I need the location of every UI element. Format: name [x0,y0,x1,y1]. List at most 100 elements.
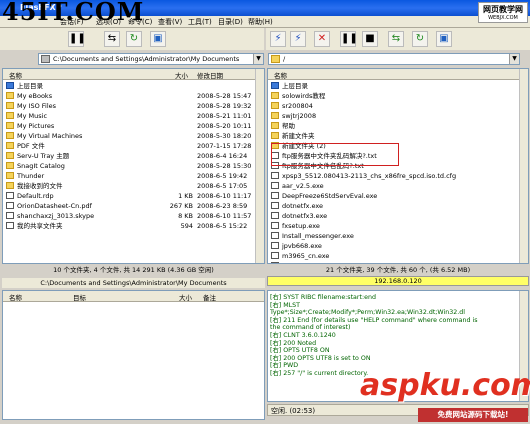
file-row[interactable]: Serv-U Tray 主题 2008-6-4 16:24 [3,151,264,161]
col-date[interactable]: 修改日期 [197,70,223,80]
menu-help[interactable]: 帮助(H) [248,17,273,27]
file-icon [271,232,279,239]
file-row[interactable]: jpvb668.exe [268,241,528,251]
folder-icon [271,112,279,119]
file-row[interactable]: 新建文件夹 [268,131,528,141]
transfer-icon[interactable]: ⇆ [104,31,120,47]
queue-col-size[interactable]: 大小 [179,292,192,302]
right-path-input[interactable]: / ▼ [268,53,520,65]
file-row[interactable]: swjtrj2008 [268,111,528,121]
file-row[interactable]: Default.rdp 1 KB 2008-6-10 11:17 [3,191,264,201]
folder-icon [6,122,14,129]
browse-icon[interactable]: ▣ [150,31,166,47]
file-row[interactable]: My Pictures 2008-5-20 10:11 [3,121,264,131]
file-row[interactable]: 帮助 [268,121,528,131]
right-list-header: 名称 [268,69,528,80]
left-path-input[interactable]: C:\Documents and Settings\Administrator\… [38,53,264,65]
file-row[interactable]: My Music 2008-5-21 11:01 [3,111,264,121]
queue-col-note[interactable]: 备注 [203,292,216,302]
file-name: swjtrj2008 [282,112,317,120]
folder-icon [271,92,279,99]
file-name: SnagIt Catalog [17,162,65,170]
col-name[interactable]: 名称 [9,70,22,80]
file-name: dotnetfx3.exe [282,212,328,220]
file-row[interactable]: SnagIt Catalog 2008-5-28 15:30 [3,161,264,171]
queue-col-target[interactable]: 目标 [73,292,86,302]
file-row[interactable]: m3966_cn.exe [268,261,528,263]
disconnect-icon[interactable]: ✕ [314,31,330,47]
file-row[interactable]: PDF 文件 2007-1-15 17:28 [3,141,264,151]
stop-icon[interactable]: ■ [362,31,378,47]
file-row[interactable]: My eBooks 2008-5-28 15:47 [3,91,264,101]
file-row[interactable]: sr200804 [268,101,528,111]
file-row[interactable]: My ISO Files 2008-5-28 19:32 [3,101,264,111]
folder-icon [6,112,14,119]
pause-icon[interactable]: ❚❚ [68,31,86,47]
file-row[interactable]: OrionDatasheet-Cn.pdf 267 KB 2008-6-23 8:5… [3,201,264,211]
file-icon [271,262,279,263]
queue-panel: 名称 目标 大小 备注 [2,290,265,420]
file-row[interactable]: xpsp3_5512.080413-2113_chs_x86fre_spcd.i… [268,171,528,181]
pause-right-icon[interactable]: ❚❚ [340,31,358,47]
log-line: [右] MLST [270,301,300,309]
file-row[interactable]: 我接收到的文件 2008-6-5 17:05 [3,181,264,191]
file-row[interactable]: 上层目录 [268,81,528,91]
col-name[interactable]: 名称 [274,70,287,80]
folder-icon [271,102,279,109]
right-scrollbar[interactable] [519,69,528,263]
file-date: 2008-5-28 19:32 [197,102,252,110]
file-row[interactable]: Thunder 2008-6-5 19:42 [3,171,264,181]
file-row[interactable]: Install_messenger.exe [268,231,528,241]
file-row[interactable]: shanchaxzj_3013.skype 8 KB 2008-6-10 11:57 [3,211,264,221]
left-file-list: 名称 大小 修改日期 上层目录 My eBooks 2008-5-28 15:47 M… [2,68,265,264]
menu-directory[interactable]: 目录(D) [218,17,243,27]
file-name: Install_messenger.exe [282,232,354,240]
queue-col-name[interactable]: 名称 [9,292,22,302]
file-date: 2008-6-5 19:42 [197,172,248,180]
file-row[interactable]: 上层目录 [3,81,264,91]
log-text: [右] SYST RIBC filename:start:end [右] MLST… [270,294,526,378]
right-status: 21 个文件夹, 39 个文件, 共 60 个, (共 6.52 MB) [267,265,529,276]
drive-icon [41,55,50,63]
folder-icon [271,132,279,139]
file-row[interactable]: DeepFreeze6StdServEval.exe [268,191,528,201]
up-folder-icon [271,82,279,89]
left-scrollbar[interactable] [255,69,264,263]
chevron-down-icon[interactable]: ▼ [253,54,263,64]
file-row[interactable]: My Virtual Machines 2008-5-30 18:20 [3,131,264,141]
log-line: [右] CLNT 3.6.0.1240 [270,331,336,339]
folder-icon [6,142,14,149]
folder-icon [6,152,14,159]
col-size[interactable]: 大小 [175,70,188,80]
left-toolbar: ❚❚ ⇆ ↻ ▣ [0,28,264,50]
file-row[interactable]: m3965_cn.exe [268,251,528,261]
refresh-icon[interactable]: ↻ [126,31,142,47]
highlight-box [271,143,399,166]
menu-tools[interactable]: 工具(T) [188,17,212,27]
file-date: 2008-5-28 15:30 [197,162,252,170]
connect-icon[interactable]: ⚡ [270,31,286,47]
menu-view[interactable]: 查看(V) [158,17,182,27]
file-name: My eBooks [17,92,53,100]
transfer-right-icon[interactable]: ⇆ [388,31,404,47]
watermark-right: 网页教学网 WEBJX.COM [478,2,528,23]
file-row[interactable]: aar_v2.5.exe [268,181,528,191]
file-row[interactable]: fxsetup.exe [268,221,528,231]
quick-connect-icon[interactable]: ⚡ [290,31,306,47]
file-date: 2008-6-10 11:17 [197,192,252,200]
file-row[interactable]: solowirds教程 [268,91,528,101]
queue-header: 名称 目标 大小 备注 [3,291,264,302]
folder-icon [6,172,14,179]
browse-right-icon[interactable]: ▣ [436,31,452,47]
left-status: 10 个文件夹, 4 个文件, 共 14 291 KB (4.36 GB 空闲) [2,265,265,276]
file-name: My Pictures [17,122,55,130]
chevron-down-icon[interactable]: ▼ [509,54,519,64]
file-row[interactable]: 我的共享文件夹 594 2008-6-5 15:22 [3,221,264,231]
refresh-right-icon[interactable]: ↻ [412,31,428,47]
file-row[interactable]: dotnetfx3.exe [268,211,528,221]
file-icon [271,202,279,209]
file-icon [271,182,279,189]
file-row[interactable]: dotnetfx.exe [268,201,528,211]
file-icon [271,192,279,199]
file-name: m3965_cn.exe [282,252,330,260]
